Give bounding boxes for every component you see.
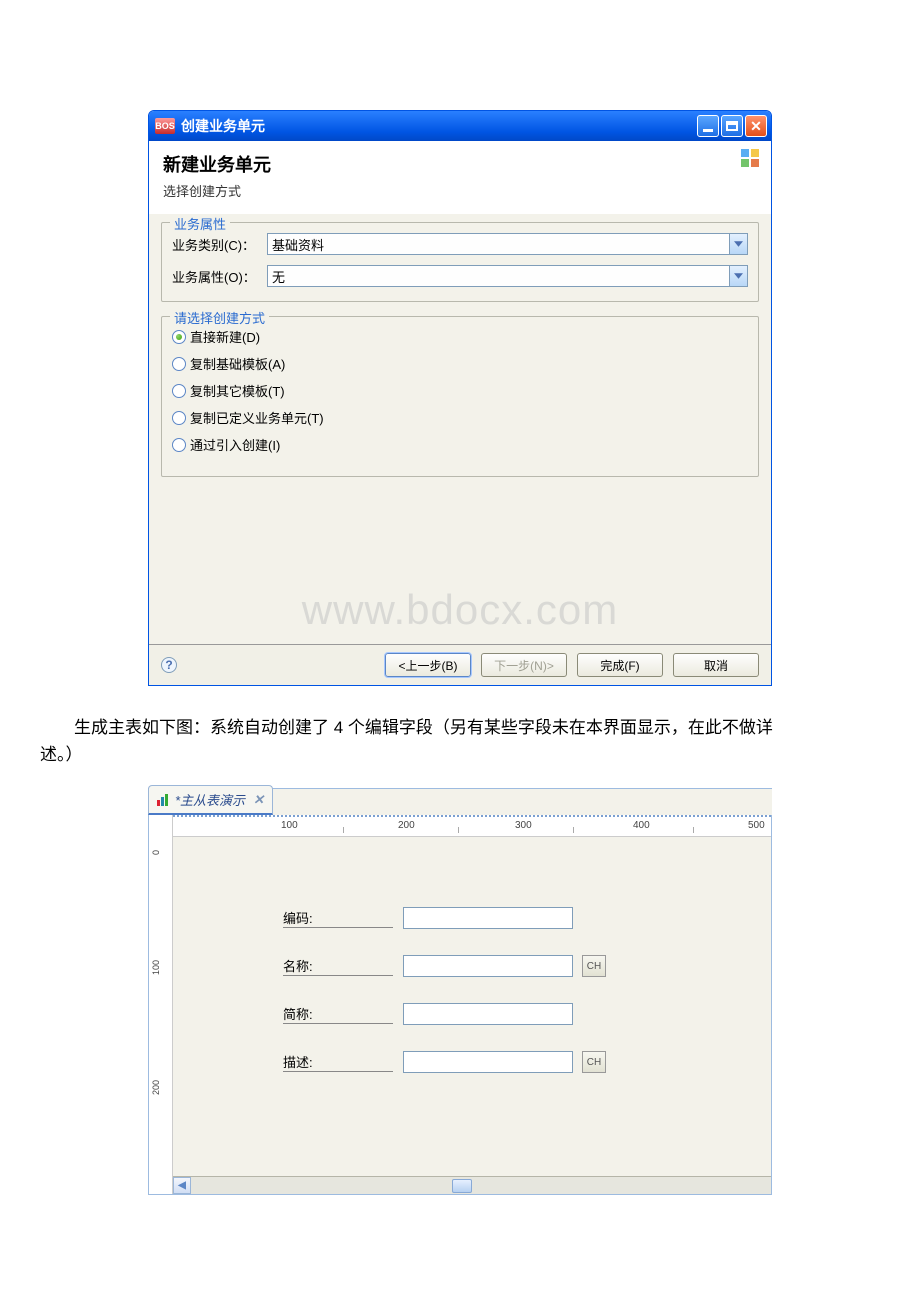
attribute-dropdown[interactable]: 无: [267, 265, 748, 287]
wizard-header: 新建业务单元 选择创建方式: [149, 141, 771, 214]
design-canvas: 0 100 200 100 200 300 400 500: [148, 815, 772, 1195]
lang-button[interactable]: CH: [582, 955, 606, 977]
scroll-track[interactable]: [191, 1177, 771, 1194]
window-title: 创建业务单元: [181, 116, 697, 136]
radio-direct-new[interactable]: 直接新建(D): [172, 327, 748, 346]
field-label: 简称:: [283, 1004, 393, 1024]
radio-icon[interactable]: [172, 438, 186, 452]
description-input[interactable]: [403, 1051, 573, 1073]
tab-label: *主从表演示: [175, 790, 245, 809]
next-button[interactable]: 下一步(N)>: [481, 653, 567, 677]
radio-import-create[interactable]: 通过引入创建(I): [172, 435, 748, 454]
help-icon[interactable]: ?: [161, 657, 177, 673]
doc-paragraph: 生成主表如下图：系统自动创建了 4 个编辑字段（另有某些字段未在本界面显示，在此…: [40, 714, 780, 768]
wizard-footer: ? <上一步(B) 下一步(N)> 完成(F) 取消: [149, 644, 771, 685]
radio-copy-other-template[interactable]: 复制其它模板(T): [172, 381, 748, 400]
business-properties-group: 业务属性 业务类别(C)： 基础资料 业务属性(O)： 无: [161, 222, 759, 302]
titlebar[interactable]: BOS 创建业务单元 ✕: [149, 111, 771, 141]
group-legend: 业务属性: [170, 214, 230, 233]
attribute-value: 无: [268, 267, 729, 286]
form-designer: *主从表演示 ✕ 0 100 200 100 200 300 400: [148, 788, 772, 1195]
create-mode-group: 请选择创建方式 直接新建(D) 复制基础模板(A) 复制其它模板(T) 复制已定…: [161, 316, 759, 477]
maximize-button[interactable]: [721, 115, 743, 137]
radio-label: 直接新建(D): [190, 327, 260, 346]
ruler-tick: 400: [633, 820, 650, 831]
lang-button[interactable]: CH: [582, 1051, 606, 1073]
field-shortname[interactable]: 简称:: [283, 1003, 573, 1025]
radio-icon[interactable]: [172, 330, 186, 344]
radio-label: 复制已定义业务单元(T): [190, 408, 324, 427]
radio-icon[interactable]: [172, 411, 186, 425]
minimize-button[interactable]: [697, 115, 719, 137]
ruler-tick: 200: [151, 1080, 161, 1095]
field-label: 名称:: [283, 956, 393, 976]
page-title: 新建业务单元: [163, 151, 757, 177]
scroll-left-icon[interactable]: ◀: [173, 1177, 191, 1194]
field-description[interactable]: 描述: CH: [283, 1051, 606, 1073]
tabstrip: *主从表演示 ✕: [148, 789, 772, 815]
app-icon: BOS: [155, 118, 175, 134]
horizontal-ruler: 100 200 300 400 500: [173, 815, 771, 837]
radio-copy-defined-unit[interactable]: 复制已定义业务单元(T): [172, 408, 748, 427]
ruler-tick: 200: [398, 820, 415, 831]
field-label: 编码:: [283, 908, 393, 928]
category-dropdown[interactable]: 基础资料: [267, 233, 748, 255]
wizard-body: 业务属性 业务类别(C)： 基础资料 业务属性(O)： 无: [149, 214, 771, 644]
radio-label: 复制基础模板(A): [190, 354, 285, 373]
shortname-input[interactable]: [403, 1003, 573, 1025]
radio-copy-base-template[interactable]: 复制基础模板(A): [172, 354, 748, 373]
field-code[interactable]: 编码:: [283, 907, 573, 929]
chart-icon: [157, 794, 171, 806]
radio-label: 通过引入创建(I): [190, 435, 280, 454]
close-icon[interactable]: ✕: [253, 792, 264, 808]
wizard-icon: [741, 149, 761, 169]
ruler-tick: 300: [515, 820, 532, 831]
ruler-tick: 100: [151, 960, 161, 975]
field-label: 描述:: [283, 1052, 393, 1072]
editor-area[interactable]: 100 200 300 400 500 编码: 名称:: [173, 815, 771, 1194]
finish-button[interactable]: 完成(F): [577, 653, 663, 677]
back-button[interactable]: <上一步(B): [385, 653, 471, 677]
field-name[interactable]: 名称: CH: [283, 955, 606, 977]
close-button[interactable]: ✕: [745, 115, 767, 137]
category-label: 业务类别(C)：: [172, 235, 267, 254]
attribute-label: 业务属性(O)：: [172, 267, 267, 286]
ruler-tick: 100: [281, 820, 298, 831]
create-business-unit-dialog: BOS 创建业务单元 ✕ 新建业务单元 选择创建方式 业务属性 业务类别(C)：: [148, 110, 772, 686]
radio-icon[interactable]: [172, 357, 186, 371]
ruler-tick: 0: [151, 850, 161, 855]
chevron-down-icon[interactable]: [729, 234, 747, 254]
ruler-tick: 500: [748, 820, 765, 831]
chevron-down-icon[interactable]: [729, 266, 747, 286]
page-subtitle: 选择创建方式: [163, 181, 757, 200]
radio-icon[interactable]: [172, 384, 186, 398]
tab-main-detail-demo[interactable]: *主从表演示 ✕: [148, 785, 273, 815]
name-input[interactable]: [403, 955, 573, 977]
code-input[interactable]: [403, 907, 573, 929]
category-value: 基础资料: [268, 235, 729, 254]
radio-label: 复制其它模板(T): [190, 381, 285, 400]
vertical-ruler: 0 100 200: [149, 815, 173, 1194]
cancel-button[interactable]: 取消: [673, 653, 759, 677]
scroll-thumb[interactable]: [452, 1179, 472, 1193]
watermark-text: www.bdocx.com: [149, 586, 771, 634]
horizontal-scrollbar[interactable]: ◀: [173, 1176, 771, 1194]
group-legend: 请选择创建方式: [170, 308, 269, 327]
